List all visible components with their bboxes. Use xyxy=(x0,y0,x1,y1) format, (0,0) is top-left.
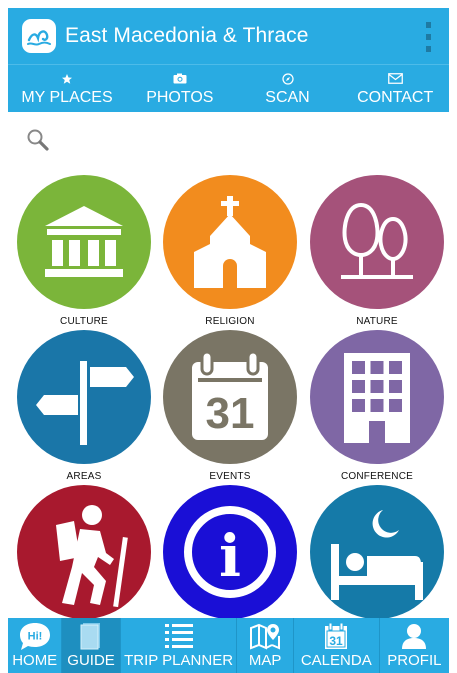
action-bar: East Macedonia & Thrace xyxy=(8,8,449,64)
nav-label: CALENDA xyxy=(300,652,372,669)
signpost-icon xyxy=(36,361,134,445)
category-conference[interactable]: CONFERENCE xyxy=(309,330,445,482)
nav-trip-planner[interactable]: TRIP PLANNER xyxy=(121,618,238,673)
home-badge: Hi! xyxy=(27,630,42,642)
person-icon xyxy=(401,620,427,651)
tab-label: PHOTOS xyxy=(146,89,214,106)
app-title: East Macedonia & Thrace xyxy=(65,24,309,47)
info-icon: i xyxy=(184,506,276,598)
map-icon xyxy=(250,620,281,651)
areas-circle xyxy=(17,330,151,464)
category-label: EVENTS xyxy=(209,471,251,482)
camera-icon xyxy=(173,69,187,88)
calendar-icon: 31 xyxy=(324,620,348,651)
overflow-menu-icon[interactable] xyxy=(423,22,433,52)
category-accommodation[interactable] xyxy=(309,485,445,618)
app-logo xyxy=(22,19,56,53)
category-areas[interactable]: AREAS xyxy=(16,330,152,482)
conference-circle xyxy=(310,330,444,464)
compass-icon xyxy=(281,69,294,88)
envelope-icon xyxy=(387,69,403,88)
temple-icon xyxy=(45,206,123,277)
list-icon xyxy=(164,620,194,651)
top-tabs: MY PLACES PHOTOS SCAN CONTACT xyxy=(8,64,449,112)
info-glyph: i xyxy=(219,522,241,590)
nature-circle xyxy=(310,175,444,309)
category-label: CONFERENCE xyxy=(340,471,413,482)
star-icon xyxy=(61,69,73,88)
calendar-day: 31 xyxy=(206,389,255,438)
nav-label: TRIP PLANNER xyxy=(124,652,234,669)
book-icon xyxy=(80,620,102,651)
nav-map[interactable]: MAP xyxy=(237,618,294,673)
category-label: RELIGION xyxy=(205,316,255,327)
category-label: AREAS xyxy=(66,471,102,482)
category-religion[interactable]: RELIGION xyxy=(162,175,298,327)
tab-contact[interactable]: CONTACT xyxy=(341,65,449,112)
category-events[interactable]: 31 EVENTS xyxy=(162,330,298,482)
tab-scan[interactable]: SCAN xyxy=(234,65,342,112)
category-label: NATURE xyxy=(356,316,398,327)
nav-label: HOME xyxy=(12,652,58,669)
nav-label: MAP xyxy=(248,652,282,669)
tab-label: SCAN xyxy=(265,89,310,106)
category-label: CULTURE xyxy=(60,316,108,327)
tab-photos[interactable]: PHOTOS xyxy=(126,65,234,112)
accommodation-circle xyxy=(310,485,444,618)
nav-guide[interactable]: GUIDE xyxy=(62,618,121,673)
nav-label: PROFIL xyxy=(387,652,442,669)
tab-my-places[interactable]: MY PLACES xyxy=(8,65,126,112)
events-circle: 31 xyxy=(163,330,297,464)
hiker-icon xyxy=(56,505,128,607)
nav-calendar[interactable]: 31 CALENDA xyxy=(294,618,380,673)
category-hiking[interactable] xyxy=(16,485,152,618)
category-info[interactable]: i xyxy=(162,485,298,618)
chat-bubble-icon: Hi! xyxy=(18,620,52,651)
nav-profile[interactable]: PROFIL xyxy=(380,618,449,673)
search-icon[interactable] xyxy=(26,128,50,152)
nav-label: GUIDE xyxy=(67,652,115,669)
category-nature[interactable]: NATURE xyxy=(309,175,445,327)
religion-circle xyxy=(163,175,297,309)
church-icon xyxy=(194,196,266,288)
culture-circle xyxy=(17,175,151,309)
bottom-nav: Hi! HOME GUIDE TRIP PLANNER MAP 31 CALEN… xyxy=(8,618,449,673)
calendar-day: 31 xyxy=(330,634,344,648)
building-icon xyxy=(344,353,410,443)
tab-label: CONTACT xyxy=(357,89,434,106)
category-culture[interactable]: CULTURE xyxy=(16,175,152,327)
nav-home[interactable]: Hi! HOME xyxy=(8,618,63,673)
info-circle: i xyxy=(163,485,297,618)
bed-icon xyxy=(331,510,423,600)
trees-icon xyxy=(341,202,413,279)
hiking-circle xyxy=(17,485,151,618)
calendar-icon: 31 xyxy=(192,352,268,440)
tab-label: MY PLACES xyxy=(21,89,113,106)
